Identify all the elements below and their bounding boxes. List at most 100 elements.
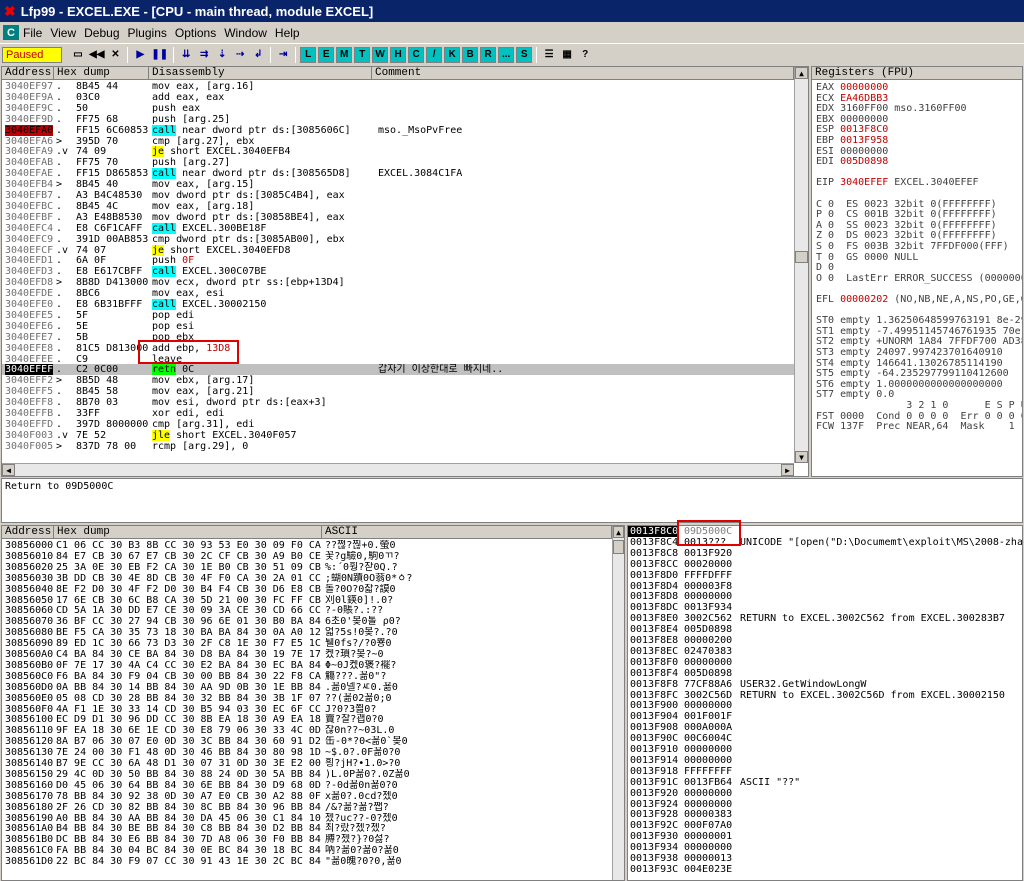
menu-options[interactable]: Options xyxy=(175,26,224,40)
disasm-vscrollbar[interactable]: ▲ ▼ xyxy=(794,67,808,463)
disasm-row[interactable]: 3040EFE6. 5E pop esi xyxy=(2,321,794,332)
scroll-left-icon[interactable]: ◀ xyxy=(2,464,15,476)
stack-row[interactable]: 0013F8D4 000003F8 xyxy=(628,581,1022,592)
disasm-row[interactable]: 3040EFFD. 397D 80000000 cmp [arg.31], edi xyxy=(2,419,794,430)
stack-row[interactable]: 0013F904 001F001F xyxy=(628,711,1022,722)
dump-row[interactable]: 30856130 7E 24 00 30 F1 48 0D 30 46 BB 84… xyxy=(2,747,612,758)
dump-row[interactable]: 30856020 25 3A 0E 30 EB F2 CA 30 1E B0 CB… xyxy=(2,562,612,573)
disasm-row[interactable]: 3040EFE7. 5B pop ebx xyxy=(2,332,794,343)
disasm-row[interactable]: 3040EFEF. C2 0C00 retn 0C 갑자기 이상한대로 빠지네.. xyxy=(2,364,794,376)
dump-row[interactable]: 308560F0 4A F1 1E 30 33 14 CD 30 B5 94 03… xyxy=(2,704,612,715)
close-icon[interactable]: ✕ xyxy=(107,47,123,63)
cpu-window-icon[interactable]: C xyxy=(3,25,19,40)
scroll-down-icon[interactable]: ▼ xyxy=(795,451,808,463)
stack-row[interactable]: 0013F92C 000F07A0 xyxy=(628,820,1022,831)
dump-scroll-thumb[interactable] xyxy=(613,540,624,554)
disasm-row[interactable]: 3040EF9D. FF75 68 push [arg.25] xyxy=(2,114,794,125)
dump-row[interactable]: 30856150 29 4C 0D 30 50 BB 84 30 88 24 0D… xyxy=(2,769,612,780)
dump-row[interactable]: 308560E0 05 08 CD 30 28 BB 84 30 32 BB 84… xyxy=(2,693,612,704)
disasm-row[interactable]: 3040EFAB. FF75 70 push [arg.27] xyxy=(2,157,794,168)
stack-row[interactable]: 0013F8F0 00000000 xyxy=(628,657,1022,668)
dump-row[interactable]: 308561B0 DC BB 84 30 E6 BB 84 30 7D A8 06… xyxy=(2,834,612,845)
grid-icon[interactable]: ▦ xyxy=(559,47,575,63)
tb-modules-button[interactable]: E xyxy=(318,46,335,63)
disasm-row[interactable]: 3040EFF8. 8B70 03 mov esi, dword ptr ds:[e… xyxy=(2,397,794,408)
trace-into-icon[interactable]: ⇣ xyxy=(214,47,230,63)
dump-row[interactable]: 308560A0 C4 BA 84 30 CE BA 84 30 D8 BA 84… xyxy=(2,649,612,660)
tb-cpu-button[interactable]: C xyxy=(408,46,425,63)
run-icon[interactable]: ▶ xyxy=(132,47,148,63)
stack-row[interactable]: 0013F910 00000000 xyxy=(628,744,1022,755)
disasm-row[interactable]: 3040F003 .v 7E 52 jle short EXCEL.3040F057 xyxy=(2,429,794,441)
disasm-row[interactable]: 3040EFCF .v 74 07 je short EXCEL.3040EFD8 xyxy=(2,244,794,256)
dump-col-header-ascii[interactable]: ASCII xyxy=(322,526,612,539)
dump-row[interactable]: 30856070 36 BF CC 30 27 94 CB 30 96 6E 01… xyxy=(2,616,612,627)
stack-row[interactable]: 0013F900 00000000 xyxy=(628,700,1022,711)
dump-row[interactable]: 30856190 A0 BB 84 30 AA BB 84 30 DA 45 06… xyxy=(2,813,612,824)
dump-row[interactable]: 30856100 EC D9 D1 30 96 DD CC 30 8B EA 18… xyxy=(2,714,612,725)
rewind-icon[interactable]: ◀◀ xyxy=(88,47,105,63)
disasm-row[interactable]: 3040EFD8 >8B8D D4130000 mov ecx, dword ptr… xyxy=(2,277,794,288)
stack-row[interactable]: 0013F930 00000001 xyxy=(628,831,1022,842)
tb-handles-button[interactable]: H xyxy=(390,46,407,63)
disasm-row[interactable]: 3040EFA6 >395D 70 cmp [arg.27], ebx xyxy=(2,136,794,147)
stack-row[interactable]: 0013F91C 0013FB64 ASCII "??" xyxy=(628,777,1022,788)
menu-help[interactable]: Help xyxy=(275,26,308,40)
registers-header[interactable]: Registers (FPU) xyxy=(812,67,1022,80)
dump-vscrollbar[interactable]: ▲ xyxy=(612,526,624,880)
scroll-right-icon[interactable]: ▶ xyxy=(781,464,794,476)
disasm-row[interactable]: 3040EFE0. E8 6B31BFFF call EXCEL.30002150 xyxy=(2,299,794,310)
menu-debug[interactable]: Debug xyxy=(84,26,127,40)
tb-windows-button[interactable]: W xyxy=(372,46,389,63)
trace-over-icon[interactable]: ⇢ xyxy=(232,47,248,63)
disasm-row[interactable]: 3040EFBF. A3 E48B8530 mov dword ptr ds:[30… xyxy=(2,212,794,223)
disasm-row[interactable]: 3040EFB7. A3 B4C48530 mov dword ptr ds:[30… xyxy=(2,190,794,201)
dump-row[interactable]: 30856140 B7 9E CC 30 6A 48 D1 30 07 31 0D… xyxy=(2,758,612,769)
open-icon[interactable]: ▭ xyxy=(70,47,86,63)
disasm-row[interactable]: 3040EFC4. E8 C6F1CAFF call EXCEL.300BE18F xyxy=(2,222,794,234)
tb-memory-button[interactable]: M xyxy=(336,46,353,63)
dump-row[interactable]: 30856000 C1 06 CC 30 B3 8B CC 30 93 53 E0… xyxy=(2,540,612,551)
tb-runtrace-button[interactable]: ... xyxy=(498,46,515,63)
tb-threads-button[interactable]: T xyxy=(354,46,371,63)
tb-references-button[interactable]: R xyxy=(480,46,497,63)
disasm-row[interactable]: 3040EFD3. E8 E617CBFF call EXCEL.300C07BE xyxy=(2,266,794,278)
stack-row[interactable]: 0013F8DC 0013F934 xyxy=(628,602,1022,613)
step-over-icon[interactable]: ⇉ xyxy=(196,47,212,63)
disasm-row[interactable]: 3040EFA0. FF15 6C60853C call near dword pt… xyxy=(2,124,794,136)
disasm-row[interactable]: 3040EF9A. 03C0 add eax, eax xyxy=(2,92,794,103)
menu-plugins[interactable]: Plugins xyxy=(128,26,175,40)
col-header-address[interactable]: Address xyxy=(2,67,54,80)
col-header-disassembly[interactable]: Disassembly xyxy=(149,67,372,80)
dump-row[interactable]: 30856040 8E F2 D0 30 4F F2 D0 30 B4 F4 CB… xyxy=(2,584,612,595)
disasm-row[interactable]: 3040EFBC. 8B45 4C mov eax, [arg.18] xyxy=(2,201,794,212)
stack-row[interactable]: 0013F918 FFFFFFFF xyxy=(628,766,1022,777)
tb-source-button[interactable]: S xyxy=(516,46,533,63)
disasm-row[interactable]: 3040EFF2 >8B5D 48 mov ebx, [arg.17] xyxy=(2,375,794,386)
dump-pane[interactable]: Address Hex dump ASCII 30856000 C1 06 CC … xyxy=(1,525,625,881)
disasm-row[interactable]: 3040EFEE. C9 leave xyxy=(2,354,794,365)
tb-log-button[interactable]: L xyxy=(300,46,317,63)
col-header-hexdump[interactable]: Hex dump xyxy=(54,67,149,80)
disasm-row[interactable]: 3040EFF5. 8B45 58 mov eax, [arg.21] xyxy=(2,386,794,397)
dump-row[interactable]: 30856120 8A B7 06 30 07 E0 0D 30 3C BB 84… xyxy=(2,736,612,747)
scroll-up-icon[interactable]: ▲ xyxy=(795,67,808,79)
col-header-comment[interactable]: Comment xyxy=(372,67,794,80)
dump-row[interactable]: 30856090 89 ED 1C 30 66 73 D3 30 2F C8 1E… xyxy=(2,638,612,649)
stack-row[interactable]: 0013F914 00000000 xyxy=(628,755,1022,766)
stack-row[interactable]: 0013F8D8 00000000 xyxy=(628,591,1022,602)
stack-row[interactable]: 0013F934 00000000 xyxy=(628,842,1022,853)
stack-row[interactable]: 0013F908 000A000A xyxy=(628,722,1022,733)
disasm-row[interactable]: 3040EFE5. 5F pop edi xyxy=(2,310,794,321)
disasm-row[interactable]: 3040EF9C. 50 push eax xyxy=(2,103,794,114)
disasm-row[interactable]: 3040EFAE. FF15 D8658530 call near dword pt… xyxy=(2,168,794,180)
tb-callstack-button[interactable]: K xyxy=(444,46,461,63)
disasm-row[interactable]: 3040EFB4 >8B45 40 mov eax, [arg.15] xyxy=(2,179,794,190)
disasm-row[interactable]: 3040EFC9. 391D 00AB8530 cmp dword ptr ds:[… xyxy=(2,234,794,245)
dump-col-header-address[interactable]: Address xyxy=(2,526,54,539)
dump-row[interactable]: 308560B0 0F 7E 17 30 4A C4 CC 30 E2 BA 84… xyxy=(2,660,612,671)
stack-row[interactable]: 0013F8C8 0013F920 xyxy=(628,548,1022,559)
menu-window[interactable]: Window xyxy=(224,26,275,40)
dump-row[interactable]: 30856180 2F 26 CD 30 82 BB 84 30 8C BB 84… xyxy=(2,802,612,813)
disasm-hscrollbar[interactable]: ◀ ▶ xyxy=(2,463,794,476)
